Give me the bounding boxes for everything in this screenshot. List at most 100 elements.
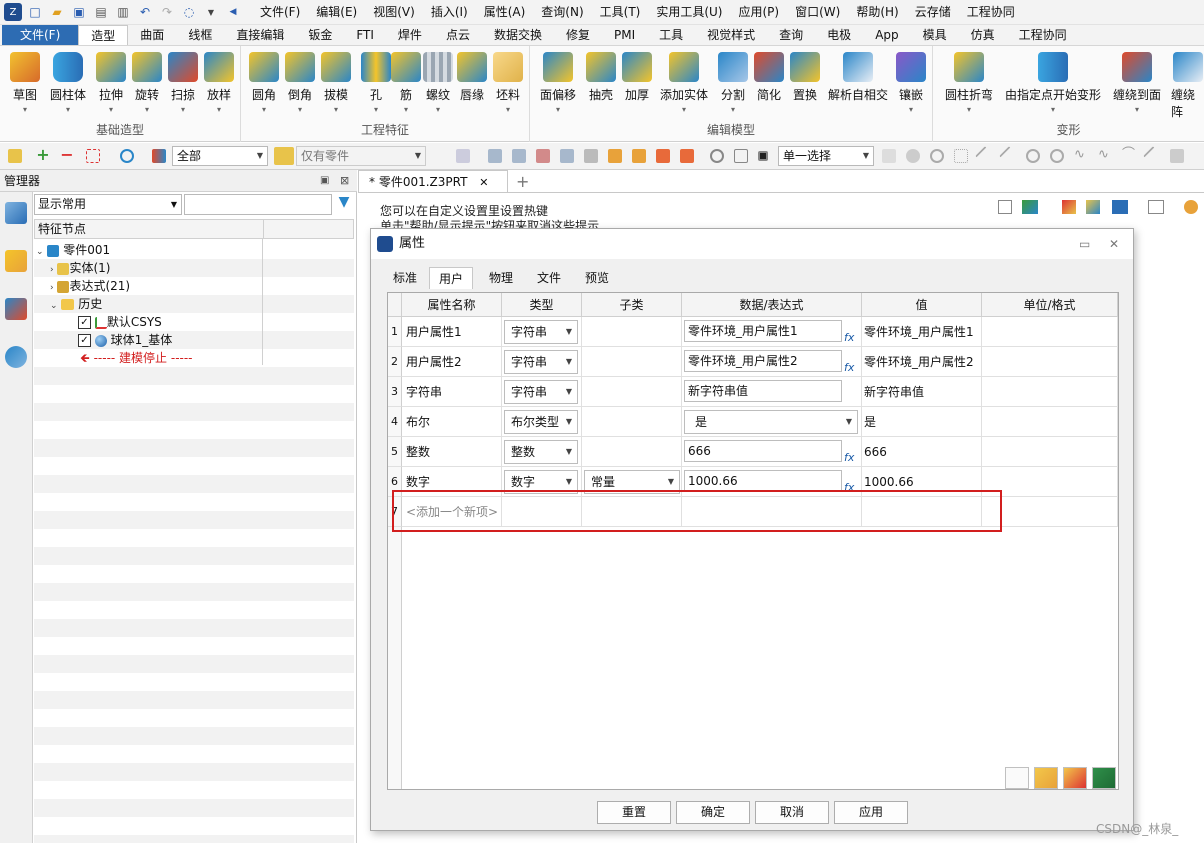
toolbar-icon-13[interactable]	[882, 149, 896, 163]
toolbar-icon-14[interactable]	[906, 149, 920, 163]
loft-tool[interactable]: 放样 ▾	[204, 52, 234, 114]
tab-sheet-metal[interactable]: 钣金	[296, 25, 344, 45]
part-filter-icon[interactable]	[274, 147, 294, 165]
face-offset-tool[interactable]: 面偏移 ▾	[540, 52, 576, 114]
view-settings-icon[interactable]	[1184, 200, 1198, 214]
inlay-tool[interactable]: 镶嵌 ▾	[896, 52, 926, 114]
fillet-tool[interactable]: 圆角 ▾	[249, 52, 279, 114]
close-icon[interactable]: ⊠	[340, 170, 349, 192]
tab-standard[interactable]: 标准	[385, 267, 425, 289]
tab-surface[interactable]: 曲面	[128, 25, 176, 45]
simplify-tool[interactable]: 简化	[754, 52, 784, 103]
toolbar-icon-4[interactable]	[536, 149, 550, 163]
tab-repair[interactable]: 修复	[554, 25, 602, 45]
unit-cell[interactable]	[982, 317, 1118, 347]
sketch-tool[interactable]: 草图 ▾	[10, 52, 40, 114]
replace-tool[interactable]: 置换	[790, 52, 820, 103]
display-filter-select[interactable]: 显示常用 ▼	[34, 194, 182, 215]
cylinder-bend-tool[interactable]: 圆柱折弯 ▾	[945, 52, 993, 114]
comment-icon[interactable]: ▭	[1079, 229, 1090, 259]
tab-app[interactable]: App	[863, 25, 910, 45]
quick-access-dropdown-icon[interactable]: ▼	[202, 3, 220, 21]
tree-row[interactable]: ✓ 球体1_基体	[34, 331, 354, 349]
attr-name-cell[interactable]: 布尔	[402, 407, 502, 437]
view-exit-icon[interactable]	[998, 200, 1012, 214]
apply-button[interactable]: 应用	[834, 801, 908, 824]
circle-icon[interactable]	[1026, 149, 1040, 163]
unit-cell[interactable]	[982, 407, 1118, 437]
print-preview-icon[interactable]: ▥	[114, 3, 132, 21]
menu-help[interactable]: 帮助(H)	[848, 0, 906, 25]
tab-modeling[interactable]: 造型	[78, 25, 129, 45]
type-combo[interactable]: 字符串 ▼	[504, 380, 578, 404]
collapse-arrow-icon[interactable]: ◀	[224, 3, 242, 21]
undo-icon[interactable]: ↶	[136, 3, 154, 21]
data-expression-input[interactable]: 1000.66	[684, 470, 842, 492]
deform-from-point-tool[interactable]: 由指定点开始变形 ▾	[1005, 52, 1101, 114]
menu-window[interactable]: 窗口(W)	[787, 0, 848, 25]
revolve-tool[interactable]: 旋转 ▾	[132, 52, 162, 114]
ok-button[interactable]: 确定	[676, 801, 750, 824]
tab-file[interactable]: 文件	[529, 267, 569, 289]
tree-row[interactable]: 🡸 ----- 建模停止 -----	[34, 349, 354, 367]
subtype-cell[interactable]	[582, 437, 682, 467]
toolbar-icon-5[interactable]	[560, 149, 574, 163]
view-wire-icon[interactable]	[1148, 200, 1164, 214]
lip-tool[interactable]: 唇缘	[457, 52, 487, 103]
boolean-value-combo[interactable]: 是 ▼	[684, 410, 858, 434]
subtype-cell[interactable]	[582, 407, 682, 437]
tab-mold[interactable]: 模具	[911, 25, 959, 45]
history-manager-icon[interactable]	[5, 202, 27, 224]
toolbar-icon-11[interactable]	[710, 149, 724, 163]
toolbar-icon-1[interactable]	[456, 149, 470, 163]
line-icon-2[interactable]	[999, 146, 1019, 166]
hexagon-select-icon[interactable]	[120, 149, 134, 163]
subtype-cell[interactable]	[582, 317, 682, 347]
tab-simulation[interactable]: 仿真	[959, 25, 1007, 45]
tab-tools[interactable]: 工具	[647, 25, 695, 45]
attr-name-cell[interactable]: 用户属性2	[402, 347, 502, 377]
expression-editor-icon[interactable]: fx	[844, 323, 854, 346]
type-combo[interactable]: 字符串 ▼	[504, 320, 578, 344]
document-tab[interactable]: * 零件001.Z3PRT ✕	[358, 170, 508, 193]
draft-tool[interactable]: 拔模 ▾	[321, 52, 351, 114]
menu-collaboration[interactable]: 工程协同	[959, 0, 1023, 25]
rib-tool[interactable]: 筋 ▾	[391, 52, 421, 114]
part-filter-select[interactable]: 仅有零件 ▼	[296, 146, 426, 166]
expand-arrow-icon[interactable]: ›	[50, 283, 54, 293]
tab-preview[interactable]: 预览	[577, 267, 617, 289]
subtype-cell[interactable]	[582, 347, 682, 377]
slash-icon[interactable]	[1143, 146, 1163, 166]
stock-tool[interactable]: 坯料 ▾	[493, 52, 523, 114]
data-expression-input[interactable]: 零件环境_用户属性2	[684, 350, 842, 372]
import-attributes-icon[interactable]	[1005, 767, 1029, 789]
pin-icon[interactable]: ▣	[320, 170, 329, 192]
add-solid-tool[interactable]: 添加实体 ▾	[660, 52, 708, 114]
tab-user[interactable]: 用户	[429, 267, 473, 289]
unit-cell[interactable]	[982, 467, 1118, 497]
stop-icon[interactable]	[758, 151, 768, 161]
app-logo-icon[interactable]: Z	[4, 3, 22, 21]
new-file-icon[interactable]: □	[26, 3, 44, 21]
tab-direct-edit[interactable]: 直接编辑	[224, 25, 296, 45]
chamfer-tool[interactable]: 倒角 ▾	[285, 52, 315, 114]
thread-tool[interactable]: 螺纹 ▾	[423, 52, 453, 114]
unit-cell[interactable]	[982, 347, 1118, 377]
menu-view[interactable]: 视图(V)	[365, 0, 423, 25]
new-unit-cell[interactable]	[982, 497, 1118, 527]
split-tool[interactable]: 分割 ▾	[718, 52, 748, 114]
input-manager-icon[interactable]	[5, 298, 27, 320]
sweep-tool[interactable]: 扫掠 ▾	[168, 52, 198, 114]
attr-name-cell[interactable]: 整数	[402, 437, 502, 467]
toolbar-icon-7[interactable]	[608, 149, 622, 163]
close-icon[interactable]: ✕	[1109, 229, 1119, 259]
open-folder-icon[interactable]	[1034, 767, 1058, 789]
wave-icon[interactable]: ∿	[1098, 148, 1112, 163]
subtype-cell[interactable]	[582, 377, 682, 407]
view-cube-icon[interactable]	[1112, 200, 1128, 214]
select-mode-select[interactable]: 单一选择 ▼	[778, 146, 874, 166]
add-icon[interactable]: +	[36, 147, 50, 163]
refresh-icon[interactable]: ◌	[180, 3, 198, 21]
print-icon[interactable]: ▤	[92, 3, 110, 21]
menu-file[interactable]: 文件(F)	[252, 0, 308, 25]
